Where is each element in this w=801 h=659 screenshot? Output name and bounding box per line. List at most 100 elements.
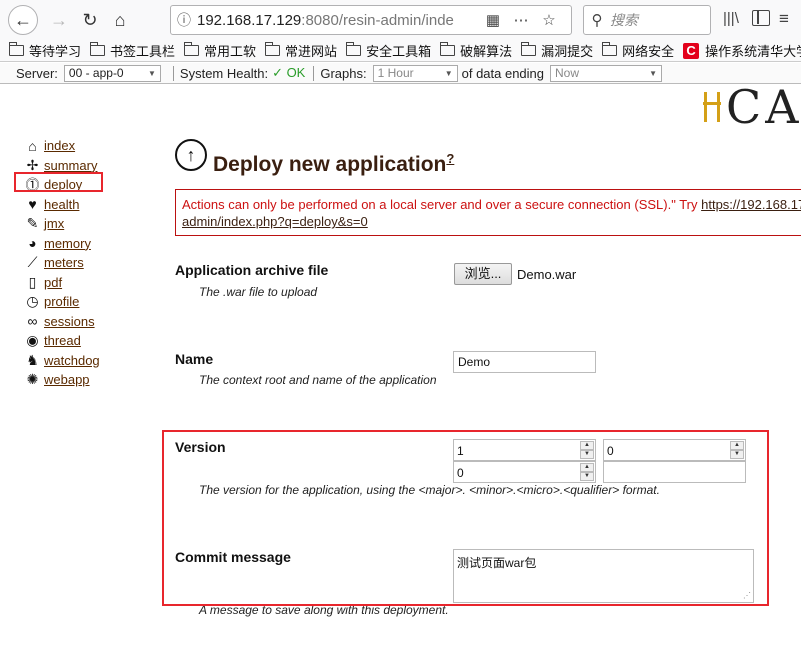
chevron-down-icon: ▼ [147,68,156,78]
annotation-highlight [14,172,103,192]
graphs-select[interactable]: 1 Hour ▼ [372,64,458,82]
health-label: System Health: [179,65,269,81]
search-placeholder: 搜索 [610,12,638,28]
name-field[interactable]: Demo [453,351,596,373]
error-message: Actions can only be performed on a local… [175,189,801,236]
nav-link[interactable]: webapp [44,372,90,387]
more-icon[interactable]: ⋯ [507,11,535,29]
summary-icon: ✢ [26,156,39,173]
nav-link[interactable]: memory [44,236,91,251]
info-icon[interactable]: ⓘ [171,10,197,30]
qr-icon[interactable]: ▦ [479,11,507,29]
back-icon[interactable]: ← [8,5,38,35]
bookmark-folder[interactable]: 常用工软 [183,41,256,60]
nav-item-pdf[interactable]: ▯ pdf [24,273,124,293]
graphs-label: Graphs: [320,65,367,81]
library-icon[interactable]: |||\ [723,10,739,27]
thread-icon: ◉ [26,332,39,349]
document-icon: ▯ [28,273,37,290]
bookmarks-bar: 等待学习 书签工具栏 常用工软 常进网站 安全工具箱 破解算法 漏洞提交 网络安… [0,40,801,62]
nav-link[interactable]: meters [44,255,84,270]
bookmark-folder[interactable]: 等待学习 [8,41,81,60]
search-input[interactable]: ⚲ 搜索 [583,5,711,35]
nav-item-profile[interactable]: ◷ profile [24,292,124,312]
chevron-down-icon: ▼ [649,68,658,78]
url-text[interactable]: 192.168.17.129:8080/resin-admin/inde [197,12,479,29]
selected-file: Demo.war [517,267,577,282]
chart-icon: ⟋ [27,254,38,271]
nav-link[interactable]: health [44,197,79,212]
nav-link[interactable]: jmx [44,216,64,231]
nav-item-sessions[interactable]: ∞ sessions [24,312,124,332]
nav-link[interactable]: summary [44,158,97,173]
folder-icon [601,42,618,56]
sessions-icon: ∞ [27,313,38,330]
nav-item-thread[interactable]: ◉ thread [24,331,124,351]
site-logo-icon: C [683,42,700,59]
server-label: Server: [16,65,58,81]
search-icon: ⚲ [591,12,603,29]
nav-link[interactable]: watchdog [44,353,100,368]
nav-item-meters[interactable]: ⟋ meters [24,253,124,273]
ending-label: of data ending [461,65,545,81]
folder-icon [89,42,106,56]
folder-icon [520,42,537,56]
nav-item-watchdog[interactable]: ♞ watchdog [24,351,124,371]
dog-icon: ♞ [26,351,39,368]
home-icon[interactable]: ⌂ [106,6,134,34]
ending-select[interactable]: Now ▼ [550,64,663,82]
folder-icon [8,42,24,56]
nav-item-jmx[interactable]: ✎ jmx [24,214,124,234]
page-header: ↑ Deploy new application? [175,133,454,177]
page-title: Deploy new application? [213,151,455,176]
nav-link[interactable]: thread [44,333,81,348]
url-bar[interactable]: ⓘ 192.168.17.129:8080/resin-admin/inde ▦… [170,5,572,35]
annotation-highlight [162,430,769,606]
nav-item-webapp[interactable]: ✺ webapp [24,370,124,390]
wrench-icon: ✎ [26,215,39,232]
archive-desc: The .war file to upload [199,285,318,299]
nav-item-index[interactable]: ⌂ index [24,136,124,156]
nav-link[interactable]: index [44,138,75,153]
nav-link[interactable]: sessions [44,314,95,329]
folder-icon [345,42,362,56]
server-select[interactable]: 00 - app-0 ▼ [63,64,161,82]
ssl-link[interactable]: https://192.168.17 [701,197,801,212]
folder-icon [439,42,456,56]
bookmark-folder[interactable]: 书签工具栏 [89,41,175,60]
nav-item-memory[interactable]: ◕ memory [24,234,124,254]
bookmark-folder[interactable]: 安全工具箱 [345,41,431,60]
bookmark-link[interactable]: C 操作系统清华大学 [683,41,801,60]
star-icon[interactable]: ☆ [535,11,563,29]
browse-button[interactable]: 浏览... [454,263,512,285]
forward-icon[interactable]: → [45,6,73,34]
home-icon: ⌂ [28,137,37,154]
upload-icon: ↑ [175,139,207,171]
name-desc: The context root and name of the applica… [199,373,437,387]
divider [172,65,174,81]
nav-link[interactable]: pdf [44,275,62,290]
divider [313,65,315,81]
bookmark-folder[interactable]: 破解算法 [439,41,512,60]
memory-icon: ◕ [28,235,37,252]
resin-status-bar: Server: 00 - app-0 ▼ System Health: ✓ OK … [0,63,801,84]
menu-icon[interactable]: ≡ [779,9,789,29]
sidebar-icon[interactable] [752,10,770,26]
ssl-link-continued[interactable]: admin/index.php?q=deploy&s=0 [182,214,368,229]
logo-text: CA [726,86,801,128]
stopwatch-icon: ◷ [26,293,39,310]
reload-icon[interactable]: ↻ [76,6,104,34]
bookmark-folder[interactable]: 常进网站 [264,41,337,60]
nav-link[interactable]: profile [44,294,79,309]
health-status: ✓ OK [272,65,306,80]
help-link[interactable]: ? [446,151,454,166]
archive-label: Application archive file [175,262,329,278]
chevron-down-icon: ▼ [444,68,453,78]
browser-toolbar: ← → ↻ ⌂ ⓘ 192.168.17.129:8080/resin-admi… [0,0,801,40]
bookmark-folder[interactable]: 网络安全 [601,41,674,60]
heart-icon: ♥ [28,196,37,213]
bookmark-folder[interactable]: 漏洞提交 [520,41,593,60]
folder-icon [183,42,200,56]
nav-item-health[interactable]: ♥ health [24,195,124,215]
name-label: Name [175,351,214,367]
